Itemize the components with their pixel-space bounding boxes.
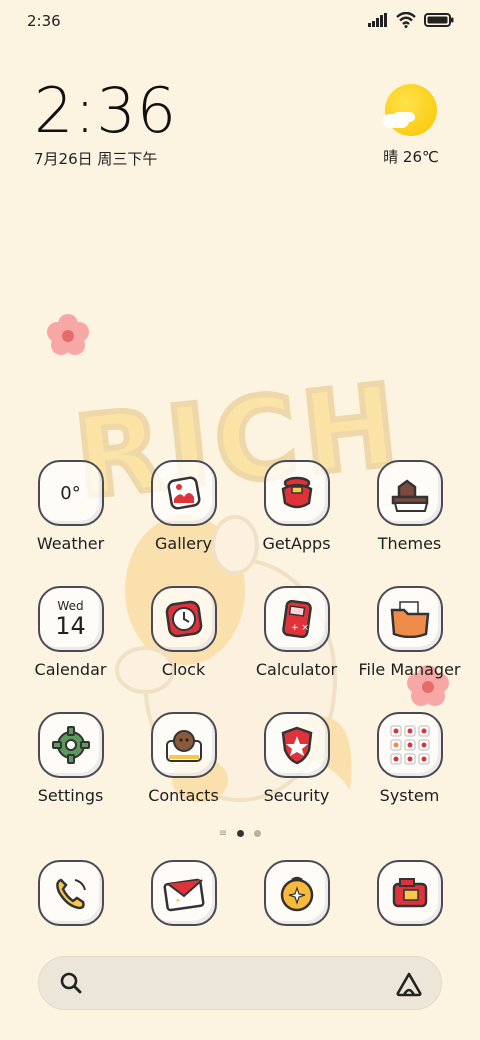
app-label: File Manager (358, 660, 461, 679)
folder-icon (376, 586, 443, 652)
app-system-folder[interactable]: System (353, 712, 466, 838)
assistant-icon[interactable] (395, 971, 423, 1001)
app-weather[interactable]: 0° Weather (14, 460, 127, 586)
page-indicator[interactable]: ≡ (0, 828, 480, 839)
weather-text: 晴 26℃ (383, 148, 439, 166)
wifi-icon (396, 12, 416, 28)
dock (14, 860, 466, 930)
phone-icon (37, 860, 104, 926)
app-camera[interactable] (353, 860, 466, 930)
app-label: Clock (161, 660, 206, 679)
app-clock[interactable]: Clock (127, 586, 240, 712)
calculator-icon: + × (263, 586, 330, 652)
app-label: Calculator (255, 660, 338, 679)
app-contacts[interactable]: Contacts (127, 712, 240, 838)
app-label: Themes (377, 534, 442, 553)
app-label: Weather (36, 534, 105, 553)
shield-icon (263, 712, 330, 778)
getapps-icon (263, 460, 330, 526)
weather-icon: 0° (37, 460, 104, 526)
battery-icon (424, 13, 454, 27)
gallery-icon (150, 460, 217, 526)
app-grid: 0° Weather Gallery GetApps Themes Wed 14… (14, 460, 466, 838)
app-themes[interactable]: Themes (353, 460, 466, 586)
status-time: 2:36 (27, 12, 61, 30)
gear-icon (37, 712, 104, 778)
app-label: Settings (37, 786, 104, 805)
camera-icon (376, 860, 443, 926)
page-dot-active (237, 830, 245, 837)
signal-icon (368, 13, 387, 27)
messages-icon (150, 860, 217, 926)
clock-icon (150, 586, 217, 652)
calendar-icon: Wed 14 (37, 586, 104, 652)
search-bar[interactable] (38, 956, 442, 1010)
app-label: Contacts (148, 786, 219, 805)
app-label: Gallery (155, 534, 212, 553)
app-messages[interactable] (127, 860, 240, 930)
weather-widget[interactable]: 晴 26℃ (376, 84, 446, 167)
app-calendar[interactable]: Wed 14 Calendar (14, 586, 127, 712)
list-lines-icon: ≡ (218, 828, 228, 839)
app-calculator[interactable]: + × Calculator (240, 586, 353, 712)
app-getapps[interactable]: GetApps (240, 460, 353, 586)
app-label: Calendar (34, 660, 107, 679)
app-file-manager[interactable]: File Manager (353, 586, 466, 712)
app-label: GetApps (262, 534, 331, 553)
app-label: System (379, 786, 440, 805)
page-dot (254, 830, 262, 837)
app-label: Security (263, 786, 330, 805)
sunny-weather-icon (383, 84, 437, 136)
app-phone[interactable] (14, 860, 127, 930)
clock-widget[interactable]: 2:36 7月26日 周三下午 (34, 78, 177, 169)
app-security[interactable]: Security (240, 712, 353, 838)
browser-icon (263, 860, 330, 926)
app-gallery[interactable]: Gallery (127, 460, 240, 586)
themes-icon (376, 460, 443, 526)
app-settings[interactable]: Settings (14, 712, 127, 838)
app-browser[interactable] (240, 860, 353, 930)
flower-icon (47, 314, 89, 355)
widget-time: 2:36 (34, 74, 178, 147)
svg-text:+ ×: + × (291, 623, 309, 633)
search-icon[interactable] (59, 971, 83, 999)
system-folder-icon (376, 712, 443, 778)
contacts-icon (150, 712, 217, 778)
widget-date: 7月26日 周三下午 (34, 150, 158, 168)
status-bar: 2:36 (0, 0, 480, 40)
